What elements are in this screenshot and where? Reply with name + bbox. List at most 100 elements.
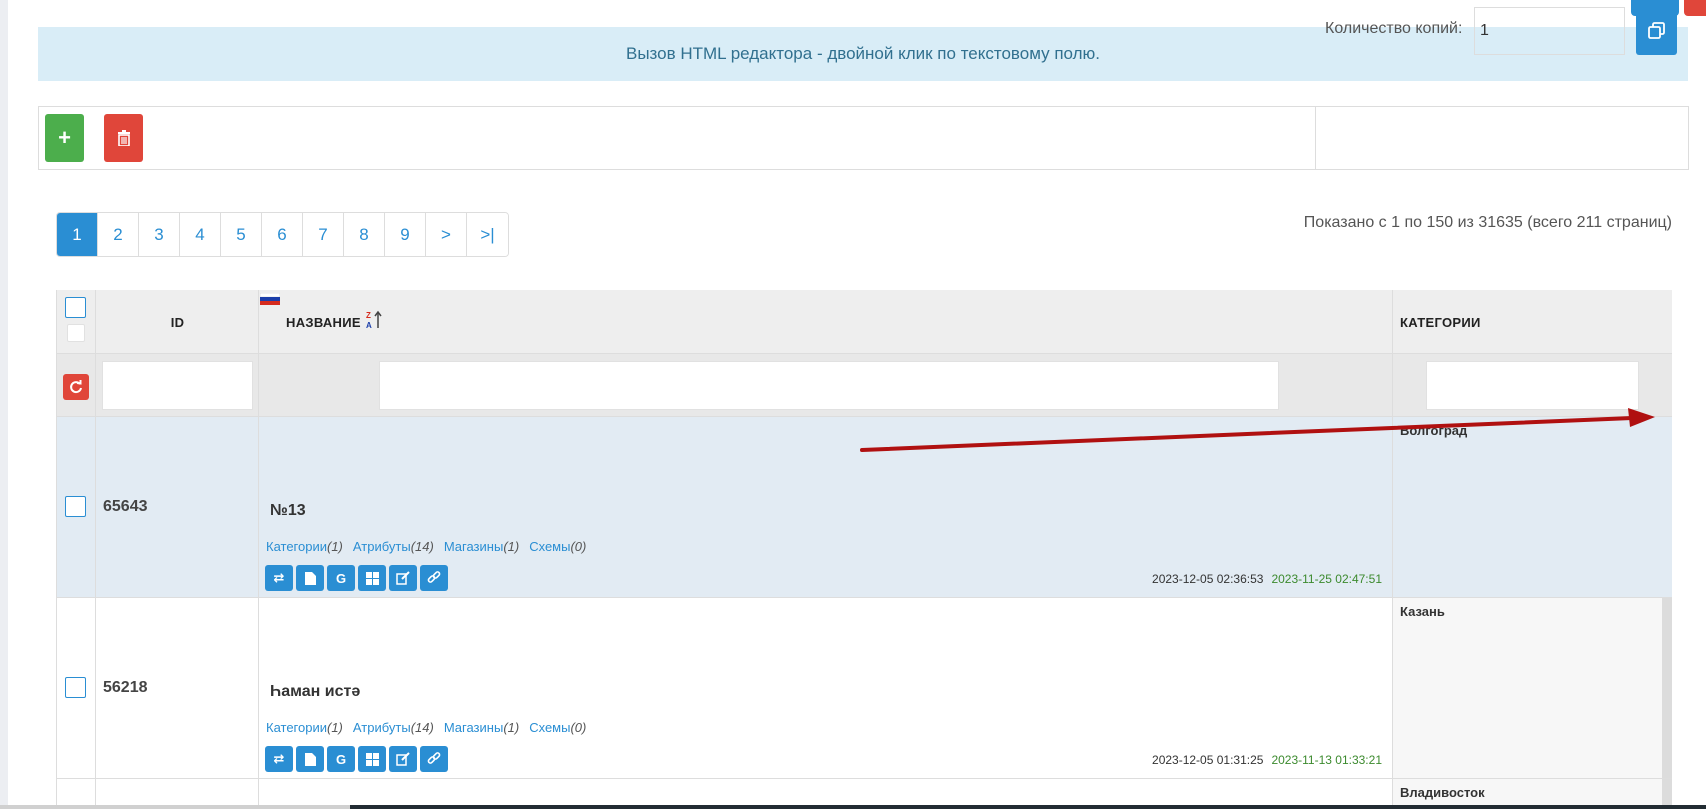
- reset-filter-button[interactable]: [63, 374, 89, 400]
- row-categories-cell: Волгоград: [1393, 417, 1672, 597]
- attributes-link[interactable]: Атрибуты(14): [353, 539, 434, 554]
- id-filter-input[interactable]: [102, 361, 253, 410]
- row-name[interactable]: №13: [270, 502, 306, 520]
- windows-button[interactable]: [358, 746, 386, 772]
- header-id-cell[interactable]: ID: [96, 290, 259, 353]
- edit-icon: [396, 752, 410, 766]
- link-button[interactable]: [420, 565, 448, 591]
- select-all-checkbox[interactable]: [65, 297, 86, 318]
- page-8[interactable]: 8: [344, 213, 385, 256]
- row-dates: 2023-12-05 01:31:25 2023-11-13 01:33:21: [1152, 753, 1382, 767]
- modified-date: 2023-12-05 02:36:53: [1152, 572, 1264, 586]
- table-row[interactable]: 65643 №13 Категории(1) Атрибуты(14) Мага…: [57, 417, 1672, 598]
- page-6[interactable]: 6: [262, 213, 303, 256]
- exchange-button[interactable]: ⇄: [265, 565, 293, 591]
- file-icon: [304, 752, 316, 766]
- svg-text:A: A: [366, 321, 372, 330]
- refresh-icon: [70, 380, 82, 394]
- row-id: 65643: [103, 498, 148, 515]
- stores-link[interactable]: Магазины(1): [444, 720, 519, 735]
- windows-button[interactable]: [358, 565, 386, 591]
- top-cancel-button[interactable]: [1684, 0, 1706, 16]
- row-id: 56218: [103, 679, 148, 696]
- row-name-cell[interactable]: №13 Категории(1) Атрибуты(14) Магазины(1…: [259, 417, 1393, 597]
- copy-icon: [1647, 22, 1665, 39]
- row-category: Казань: [1400, 604, 1445, 619]
- edit-button[interactable]: [389, 746, 417, 772]
- google-button[interactable]: G: [327, 746, 355, 772]
- categories-link[interactable]: Категории(1): [266, 539, 343, 554]
- row-category: Волгоград: [1400, 423, 1468, 438]
- google-button[interactable]: G: [327, 565, 355, 591]
- page-next[interactable]: >: [426, 213, 467, 256]
- filter-name-cell: [259, 354, 1393, 416]
- google-icon: G: [335, 751, 347, 767]
- id-column-header: ID: [170, 315, 185, 330]
- page-7[interactable]: 7: [303, 213, 344, 256]
- link-button[interactable]: [420, 746, 448, 772]
- page-9[interactable]: 9: [385, 213, 426, 256]
- link-icon: [427, 571, 441, 583]
- left-edge-strip: [0, 0, 8, 809]
- russian-flag-icon: [260, 293, 280, 305]
- sort-alpha-icon: Z A: [366, 310, 382, 330]
- header-select-cell: [57, 290, 96, 353]
- created-date: 2023-11-25 02:47:51: [1271, 572, 1382, 586]
- table-header: ID НАЗВАНИЕ Z A КАТЕГОРИИ: [57, 290, 1672, 354]
- taskbar-segment: [0, 805, 350, 809]
- header-name-cell[interactable]: НАЗВАНИЕ Z A: [259, 290, 1393, 353]
- exchange-icon: ⇄: [273, 751, 285, 766]
- results-summary: Показано с 1 по 150 из 31635 (всего 211 …: [1303, 214, 1672, 231]
- filter-categories-cell: [1393, 354, 1672, 416]
- row-checkbox[interactable]: [65, 496, 86, 517]
- row-name[interactable]: Һаман истә: [270, 683, 360, 701]
- attributes-link[interactable]: Атрибуты(14): [353, 720, 434, 735]
- categories-column-header: КАТЕГОРИИ: [1400, 315, 1481, 330]
- name-filter-input[interactable]: [379, 361, 1279, 410]
- copies-section: [1315, 107, 1689, 169]
- table-row[interactable]: 56218 Һаман истә Категории(1) Атрибуты(1…: [57, 598, 1672, 779]
- edit-icon: [396, 571, 410, 585]
- page-last[interactable]: >|: [467, 213, 508, 256]
- row-actions: ⇄ G: [265, 565, 448, 591]
- created-date: 2023-11-13 01:33:21: [1271, 753, 1382, 767]
- delete-button[interactable]: [104, 114, 143, 162]
- file-button[interactable]: [296, 565, 324, 591]
- file-button[interactable]: [296, 746, 324, 772]
- category-scrollbar[interactable]: [1662, 598, 1672, 778]
- copies-input[interactable]: 1: [1474, 7, 1625, 55]
- row-select-cell: [57, 417, 96, 597]
- edit-button[interactable]: [389, 565, 417, 591]
- page-2[interactable]: 2: [98, 213, 139, 256]
- select-page-checkbox[interactable]: [67, 324, 85, 342]
- row-checkbox[interactable]: [65, 677, 86, 698]
- page-4[interactable]: 4: [180, 213, 221, 256]
- categories-link[interactable]: Категории(1): [266, 720, 343, 735]
- pagination: 1 2 3 4 5 6 7 8 9 > >|: [56, 212, 509, 257]
- plus-icon: +: [58, 125, 71, 150]
- copy-button[interactable]: [1636, 7, 1677, 55]
- categories-filter-input[interactable]: [1426, 361, 1639, 410]
- row-id-cell: 56218: [96, 598, 259, 778]
- schemes-link[interactable]: Схемы(0): [529, 539, 586, 554]
- stores-link[interactable]: Магазины(1): [444, 539, 519, 554]
- link-icon: [427, 752, 441, 764]
- header-categories-cell[interactable]: КАТЕГОРИИ: [1393, 290, 1672, 353]
- row-links: Категории(1) Атрибуты(14) Магазины(1) Сх…: [266, 720, 586, 735]
- filter-reset-cell: [57, 354, 96, 416]
- copies-label: Количество копий:: [1325, 20, 1463, 37]
- google-icon: G: [335, 570, 347, 586]
- taskbar-strip: [0, 805, 1706, 809]
- file-icon: [304, 571, 316, 585]
- schemes-link[interactable]: Схемы(0): [529, 720, 586, 735]
- page-3[interactable]: 3: [139, 213, 180, 256]
- info-alert-text: Вызов HTML редактора - двойной клик по т…: [625, 44, 1100, 63]
- page-1[interactable]: 1: [57, 213, 98, 256]
- row-categories-cell: Казань: [1393, 598, 1672, 778]
- products-table: ID НАЗВАНИЕ Z A КАТЕГОРИИ 65643 №13 Кате…: [56, 290, 1672, 809]
- exchange-button[interactable]: ⇄: [265, 746, 293, 772]
- add-button[interactable]: +: [45, 114, 84, 162]
- row-name-cell[interactable]: Һаман истә Категории(1) Атрибуты(14) Маг…: [259, 598, 1393, 778]
- page-5[interactable]: 5: [221, 213, 262, 256]
- row-dates: 2023-12-05 02:36:53 2023-11-25 02:47:51: [1152, 572, 1382, 586]
